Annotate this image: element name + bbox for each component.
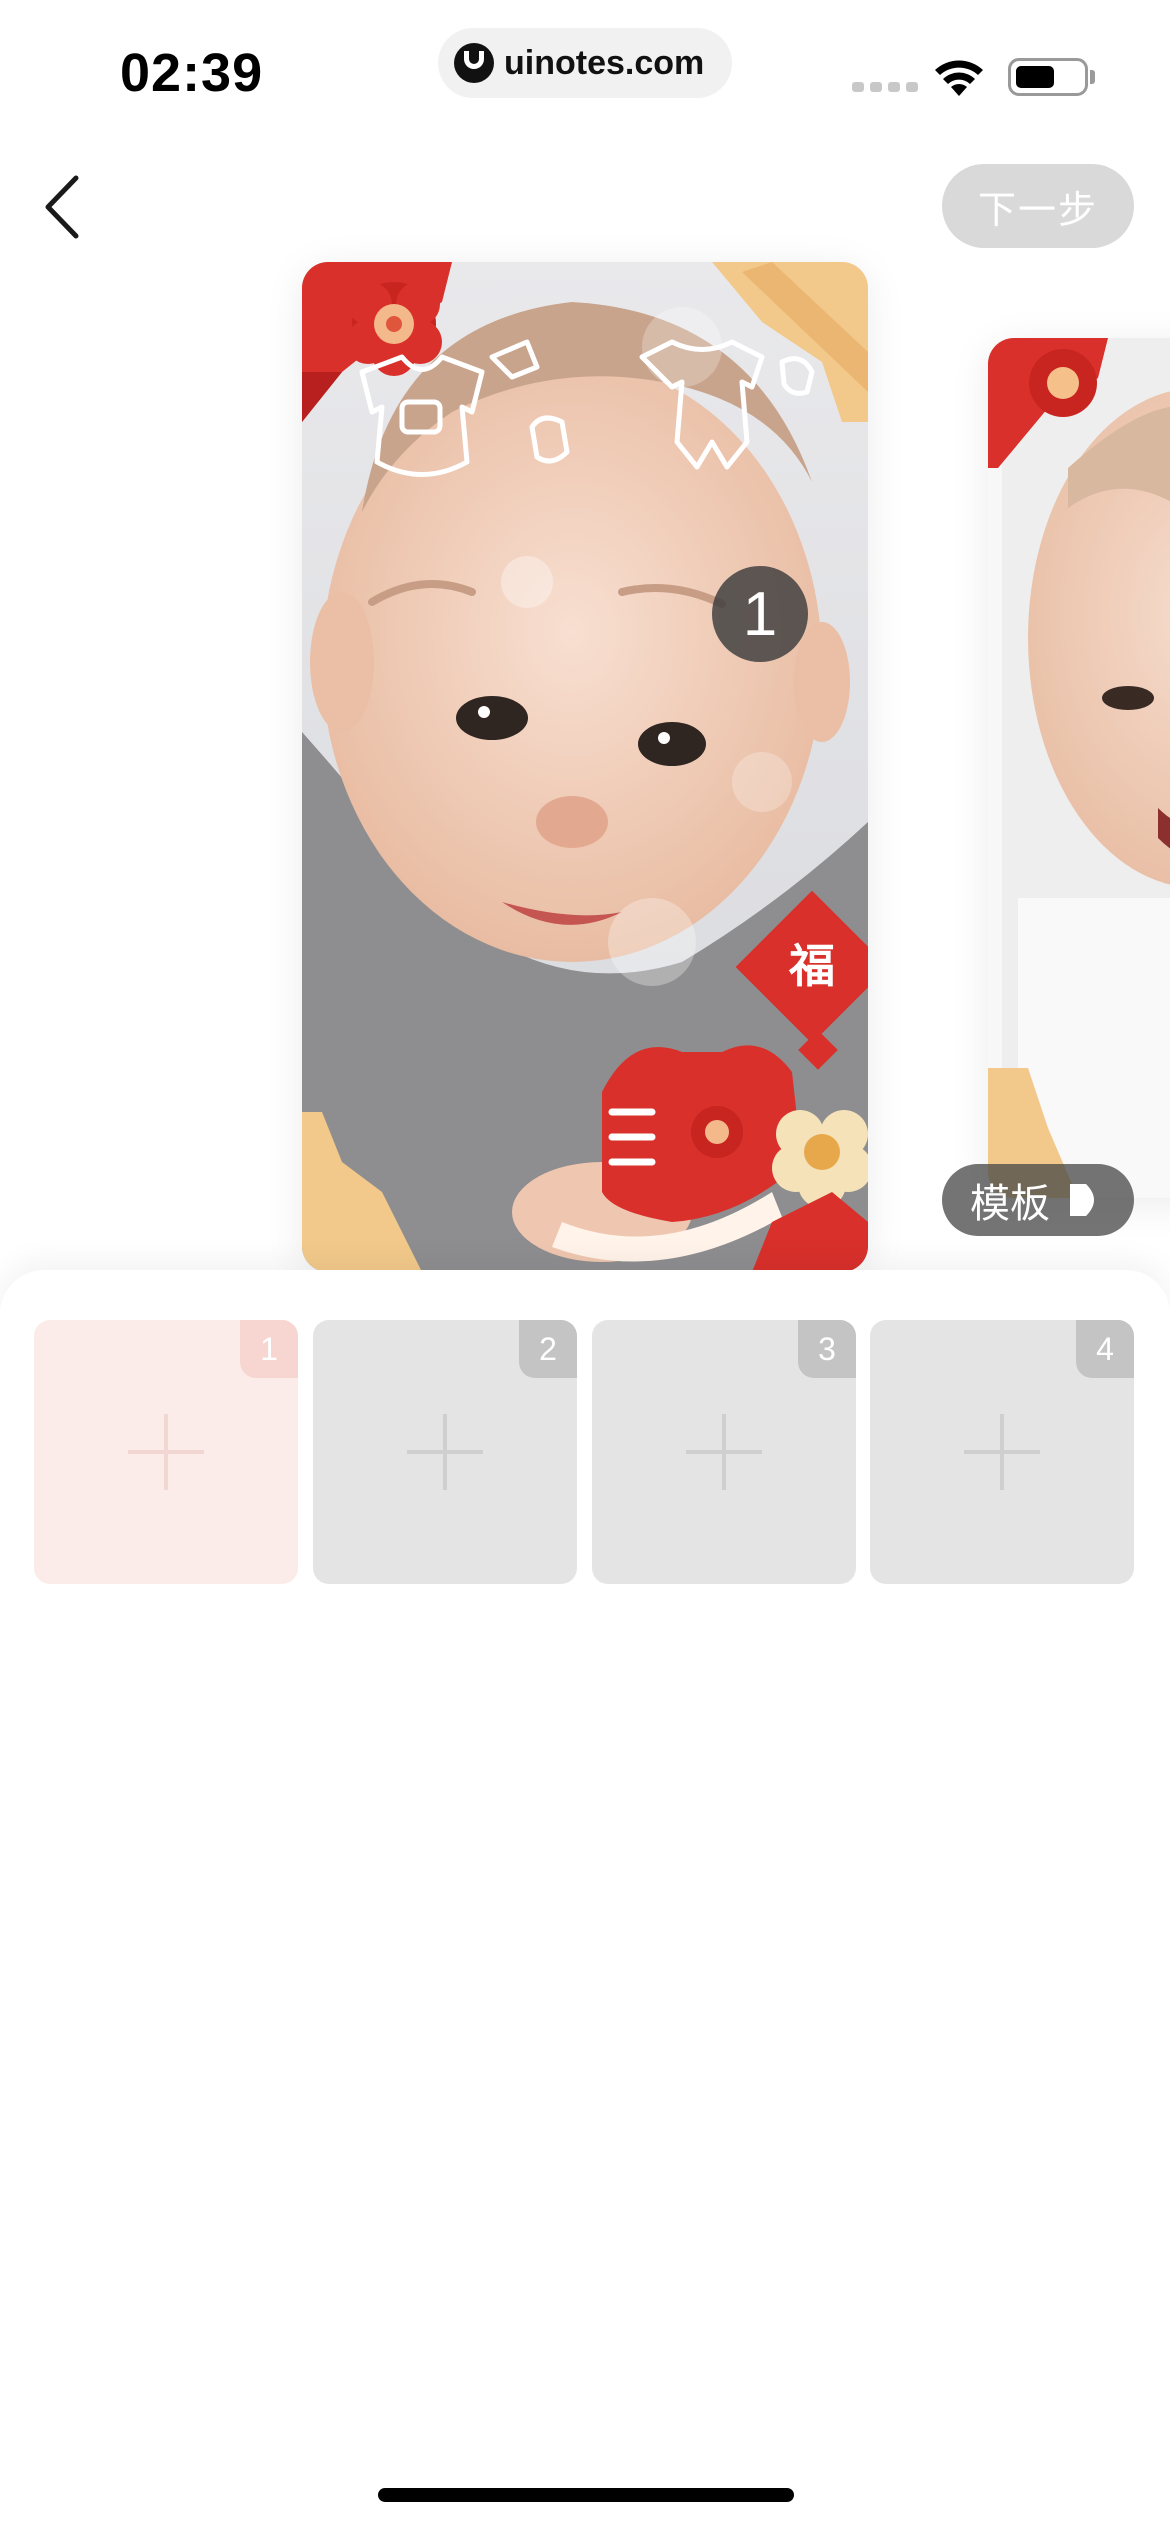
url-text: uinotes.com — [504, 43, 705, 82]
photo-slot-3[interactable]: 3 — [592, 1320, 856, 1584]
next-template-card[interactable] — [988, 338, 1170, 1198]
template-label: 模板 — [970, 1182, 1050, 1226]
photo-slot-2[interactable]: 2 — [313, 1320, 577, 1584]
photo-slot-1[interactable]: 1 — [34, 1320, 298, 1584]
baby-photo-side — [988, 338, 1170, 1198]
slot-number: 3 — [798, 1320, 856, 1378]
status-time: 02:39 — [120, 43, 264, 103]
battery-icon — [1008, 58, 1088, 96]
template-play-icon — [1070, 1184, 1094, 1216]
site-logo-icon — [454, 43, 494, 83]
baby-photo: 福 — [302, 262, 868, 1272]
wifi-icon — [935, 60, 983, 96]
back-chevron-icon[interactable] — [38, 170, 98, 244]
home-indicator — [378, 2488, 794, 2502]
url-pill[interactable]: uinotes.com — [438, 28, 732, 98]
next-step-button[interactable]: 下一步 — [942, 164, 1134, 248]
slot-number: 2 — [519, 1320, 577, 1378]
cellular-signal-icon — [852, 82, 918, 92]
photo-slot-4[interactable]: 4 — [870, 1320, 1134, 1584]
slot-number: 4 — [1076, 1320, 1134, 1378]
slot-number: 1 — [240, 1320, 298, 1378]
template-button[interactable]: 模板 — [942, 1164, 1134, 1236]
fu-character: 福 — [788, 939, 835, 993]
main-template-card[interactable]: 福 — [302, 262, 868, 1272]
photo-index-badge: 1 — [712, 566, 808, 662]
